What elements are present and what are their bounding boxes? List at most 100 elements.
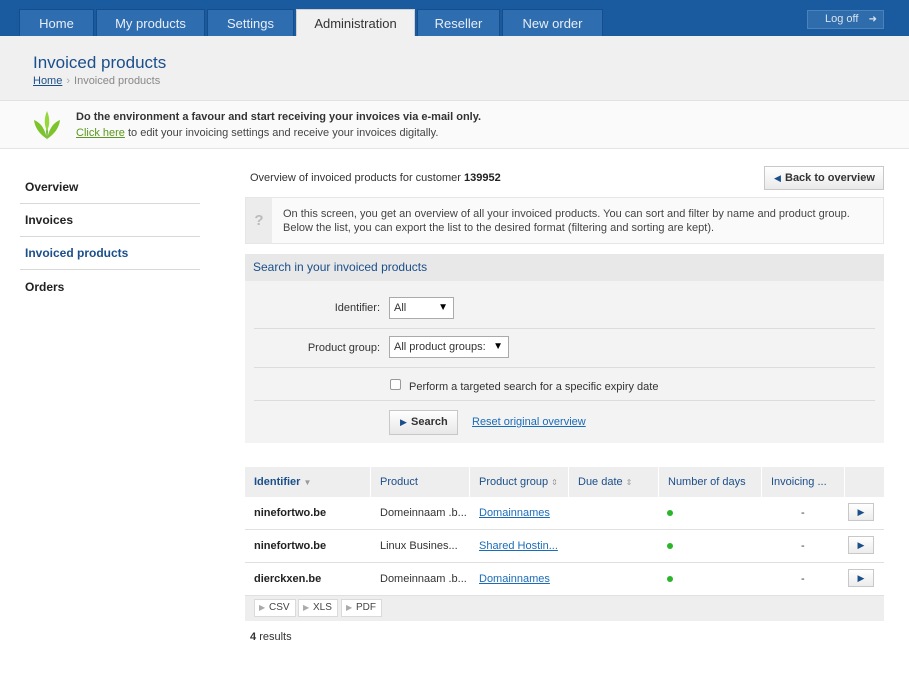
sidebar-item-invoiced-products[interactable]: Invoiced products	[20, 237, 200, 270]
status-dot-icon	[667, 543, 673, 549]
export-icon: ▶	[346, 603, 353, 612]
row-product-group-link[interactable]: Shared Hostin...	[479, 540, 558, 552]
logoff-button[interactable]: Log off ➜	[807, 10, 884, 29]
eco-text-rest: to edit your invoicing settings and rece…	[127, 127, 439, 139]
row-product: Linux Busines...	[380, 540, 458, 552]
table-row	[245, 530, 884, 563]
caret-down-icon: ▼	[493, 341, 503, 352]
identifier-select[interactable]: All ▼	[389, 297, 454, 319]
customer-id: 139952	[463, 172, 501, 184]
divider	[254, 367, 875, 368]
expiry-date-label: Perform a targeted search for a specific…	[409, 381, 659, 393]
tab-home[interactable]: Home	[19, 9, 94, 36]
export-icon: ▶	[303, 603, 310, 612]
column-header-identifier[interactable]: Identifier ▼	[245, 467, 371, 497]
column-header-number-of-days-label: Number of days	[668, 476, 746, 488]
info-text-line2: Below the list, you can export the list …	[283, 222, 715, 234]
back-to-overview-button[interactable]: ◀ Back to overview	[764, 166, 884, 190]
search-button-label: Search	[411, 416, 448, 428]
triangle-left-icon: ◀	[774, 173, 781, 183]
breadcrumb-current: Invoiced products	[74, 75, 161, 87]
eco-banner: Do the environment a favour and start re…	[0, 101, 909, 149]
row-invoicing: -	[801, 573, 805, 585]
identifier-select-value: All	[394, 302, 407, 314]
column-header-identifier-label: Identifier	[254, 476, 301, 488]
column-header-invoicing: Invoicing ...	[762, 467, 845, 497]
divider	[254, 328, 875, 329]
export-csv-button[interactable]: ▶ CSV	[254, 599, 296, 617]
search-panel-title: Search in your invoiced products	[245, 254, 884, 281]
info-text-line1: On this screen, you get an overview of a…	[283, 208, 850, 220]
tab-administration[interactable]: Administration	[296, 9, 415, 36]
row-product-group-link[interactable]: Domainnames	[479, 573, 550, 585]
status-dot-icon	[667, 510, 673, 516]
results-number: 4	[250, 631, 257, 643]
export-xls-label: XLS	[313, 602, 332, 613]
row-product: Domeinnaam .b...	[380, 573, 467, 585]
tab-reseller[interactable]: Reseller	[417, 9, 500, 36]
row-product-group-link[interactable]: Domainnames	[479, 507, 550, 519]
export-csv-label: CSV	[269, 602, 290, 613]
eco-click-here-link[interactable]: Click here	[76, 127, 125, 139]
expiry-date-checkbox[interactable]	[390, 379, 401, 390]
overview-prefix: Overview of invoiced products for custom…	[250, 172, 461, 184]
tab-my-products[interactable]: My products	[96, 9, 205, 36]
leaf-icon	[34, 111, 60, 140]
breadcrumb-home-link[interactable]: Home	[33, 75, 62, 87]
sidebar-item-invoices[interactable]: Invoices	[20, 204, 200, 237]
eco-title: Do the environment a favour and start re…	[76, 111, 482, 123]
results-label: results	[259, 631, 292, 643]
divider	[254, 400, 875, 401]
column-header-due-date-label: Due date	[578, 476, 623, 488]
logoff-arrow-icon: ➜	[868, 14, 877, 25]
info-box: ? On this screen, you get an overview of…	[245, 197, 884, 244]
table-row	[245, 497, 884, 530]
question-icon: ?	[246, 198, 272, 243]
sort-icon: ⇕	[625, 478, 633, 487]
product-group-select-value: All product groups:	[394, 341, 486, 353]
product-group-select[interactable]: All product groups: ▼	[389, 336, 509, 358]
triangle-right-icon: ▶	[400, 417, 407, 427]
tab-settings[interactable]: Settings	[207, 9, 294, 36]
column-header-due-date[interactable]: Due date ⇕	[569, 467, 659, 497]
column-header-product-group[interactable]: Product group ⇕	[470, 467, 569, 497]
export-pdf-button[interactable]: ▶ PDF	[341, 599, 382, 617]
column-header-product: Product	[371, 467, 470, 497]
row-invoicing: -	[801, 540, 805, 552]
sidebar-item-overview[interactable]: Overview	[20, 171, 200, 204]
sort-desc-icon: ▼	[303, 478, 312, 487]
reset-overview-link[interactable]: Reset original overview	[472, 416, 586, 428]
logoff-label: Log off	[825, 13, 859, 25]
row-open-button[interactable]: ▶	[848, 503, 874, 521]
column-header-invoicing-label: Invoicing ...	[771, 476, 827, 488]
export-pdf-label: PDF	[356, 602, 376, 613]
breadcrumb-separator-icon: ›	[66, 75, 71, 87]
page-header: Invoiced products Home › Invoiced products	[0, 36, 909, 101]
tab-new-order[interactable]: New order	[502, 9, 603, 36]
row-identifier: ninefortwo.be	[254, 540, 327, 552]
column-header-number-of-days: Number of days	[659, 467, 762, 497]
row-identifier: ninefortwo.be	[254, 507, 327, 519]
eco-text: Click here to edit your invoicing settin…	[76, 127, 438, 139]
export-icon: ▶	[259, 603, 266, 612]
row-identifier: dierckxen.be	[254, 573, 322, 585]
top-nav: Home My products Settings Administration…	[0, 0, 909, 36]
status-dot-icon	[667, 576, 673, 582]
overview-heading: Overview of invoiced products for custom…	[250, 172, 501, 184]
breadcrumb: Home › Invoiced products	[33, 75, 160, 87]
caret-down-icon: ▼	[438, 302, 448, 313]
search-button[interactable]: ▶ Search	[389, 410, 458, 435]
sort-icon: ⇕	[551, 478, 558, 487]
column-header-product-group-label: Product group	[479, 476, 549, 488]
back-to-overview-label: Back to overview	[785, 172, 875, 184]
results-count: 4 results	[250, 631, 292, 643]
sidebar-item-orders[interactable]: Orders	[20, 271, 200, 304]
column-header-product-label: Product	[380, 476, 418, 488]
export-xls-button[interactable]: ▶ XLS	[298, 599, 338, 617]
table-row	[245, 563, 884, 596]
row-invoicing: -	[801, 507, 805, 519]
row-open-button[interactable]: ▶	[848, 536, 874, 554]
row-open-button[interactable]: ▶	[848, 569, 874, 587]
identifier-label: Identifier:	[334, 302, 380, 314]
page-title: Invoiced products	[33, 53, 167, 72]
